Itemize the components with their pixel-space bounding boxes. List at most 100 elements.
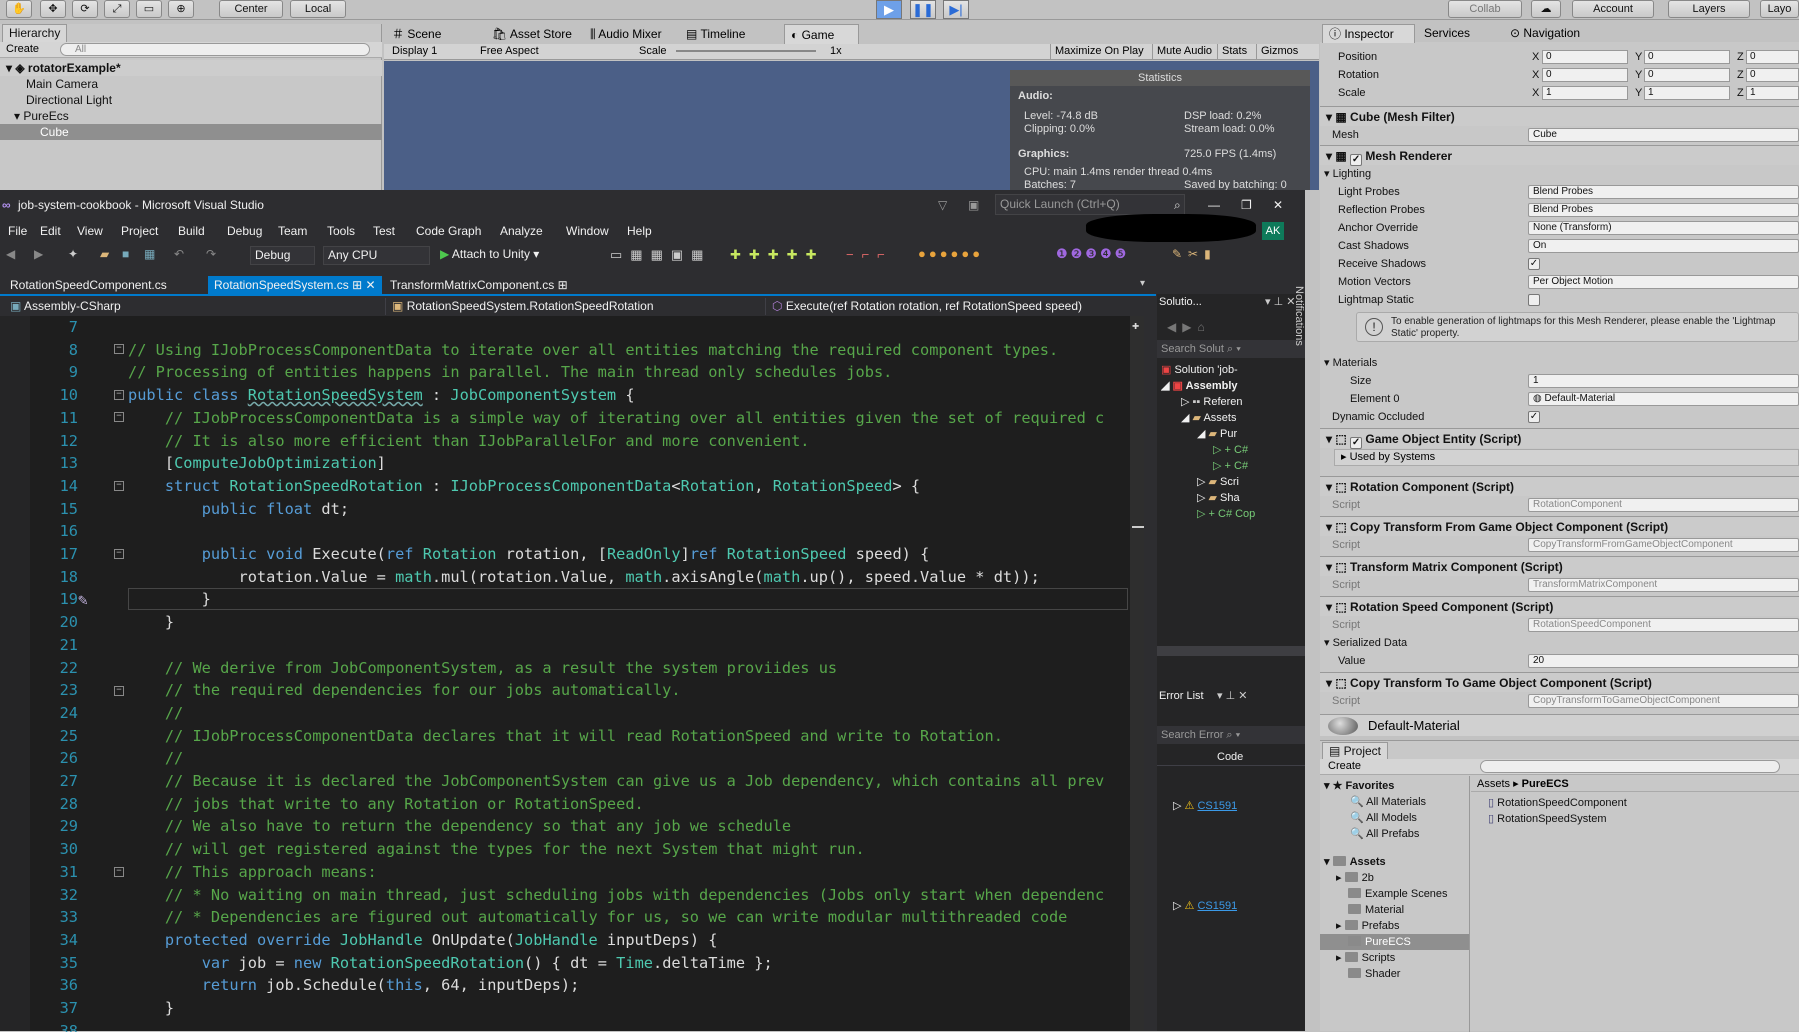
rotation-speed-header[interactable]: ▾ ⬚ Rotation Speed Component (Script) <box>1320 596 1799 616</box>
menu-view[interactable]: View <box>77 220 103 242</box>
play-icon[interactable]: ▶ <box>876 0 902 19</box>
rotation-x-field[interactable]: 0 <box>1542 68 1628 82</box>
pure-node[interactable]: ◢ ▰ Pur <box>1197 426 1237 442</box>
file-item[interactable]: ▯ RotationSpeedComponent <box>1488 795 1627 811</box>
position-z-field[interactable]: 0 <box>1746 50 1799 64</box>
game-object-entity-checkbox[interactable]: ✓ <box>1350 437 1363 449</box>
solution-toolbar-icons[interactable]: ◀▶⌂ <box>1167 320 1211 334</box>
scale-x-field[interactable]: 1 <box>1542 86 1628 100</box>
tab-navigation[interactable]: ⊙ Navigation <box>1510 24 1580 42</box>
error-search-input[interactable]: Search Error ⌕ ▾ <box>1157 726 1305 744</box>
collab-button[interactable]: Collab <box>1448 0 1522 18</box>
scale-tool-icon[interactable]: ⤢ <box>104 0 130 18</box>
quick-launch-input[interactable]: Quick Launch (Ctrl+Q) <box>995 194 1185 215</box>
breadcrumb-assets[interactable]: Assets <box>1477 778 1510 790</box>
code-editor[interactable]: ✎ ✚ 7 8 9 10 11 12 13 14 15 16 17 18 19 … <box>0 316 1144 1032</box>
display-dropdown[interactable]: Display 1 <box>392 44 472 59</box>
anchor-override-field[interactable]: None (Transform) <box>1528 221 1799 235</box>
menu-test[interactable]: Test <box>373 220 395 242</box>
tab-audio-mixer[interactable]: ⫼ Audio Mixer <box>590 24 662 44</box>
list-item[interactable]: Directional Light <box>0 92 382 108</box>
scene-row[interactable]: ▾ ◈ rotatorExample* <box>0 60 382 76</box>
split-icon[interactable]: ✚ <box>1132 318 1139 332</box>
lighting-foldout[interactable]: ▾ Lighting <box>1320 165 1799 183</box>
gizmos-button[interactable]: Gizmos <box>1256 44 1302 59</box>
list-item[interactable]: 🔍 All Models <box>1350 810 1417 826</box>
open-icon[interactable]: ▰ <box>100 247 109 261</box>
receive-shadows-checkbox[interactable]: ✓ <box>1528 258 1540 270</box>
tab-scene[interactable]: ＃ Scene <box>392 24 441 44</box>
tab-game[interactable]: ◐ Game <box>784 24 860 45</box>
project-tab[interactable]: ▤ Project <box>1322 742 1389 760</box>
serialized-data-foldout[interactable]: ▾ Serialized Data <box>1320 634 1799 652</box>
scripts-node[interactable]: ▷ ▰ Scri <box>1197 474 1239 490</box>
type-nav-dropdown[interactable]: ▣ RotationSpeedSystem.RotationSpeedRotat… <box>392 298 766 315</box>
project-search-input[interactable] <box>1480 760 1780 773</box>
lightmap-static-checkbox[interactable] <box>1528 294 1540 306</box>
move-tool-icon[interactable]: ✥ <box>40 0 66 18</box>
list-item[interactable]: Shader <box>1348 966 1400 982</box>
menu-tools[interactable]: Tools <box>327 220 355 242</box>
list-item[interactable]: 🔍 All Prefabs <box>1350 826 1419 842</box>
scale-y-field[interactable]: 1 <box>1644 86 1730 100</box>
assembly-node[interactable]: ◢ ▣ Assembly <box>1161 378 1238 394</box>
project-create-dropdown[interactable]: Create <box>1328 760 1361 772</box>
favorites-item[interactable]: ▾ ★ Favorites <box>1324 778 1394 794</box>
tab-rotation-speed-component[interactable]: RotationSpeedComponent.cs <box>4 276 173 294</box>
list-item[interactable]: Example Scenes <box>1348 886 1448 902</box>
menu-project[interactable]: Project <box>121 220 158 242</box>
cs-file-node[interactable]: ▷ + C# <box>1213 458 1248 474</box>
project-nav-dropdown[interactable]: ▣ Assembly-CSharp <box>10 298 386 315</box>
attach-to-unity-button[interactable]: ▶ Attach to Unity ▾ <box>440 247 539 261</box>
shader-node[interactable]: ▷ ▰ Sha <box>1197 490 1240 506</box>
solution-hscroll[interactable] <box>1157 646 1305 656</box>
menu-edit[interactable]: Edit <box>40 220 61 242</box>
tab-rotation-speed-system[interactable]: RotationSpeedSystem.cs ⊞ ✕ <box>208 276 382 294</box>
cast-shadows-dropdown[interactable]: On <box>1528 239 1799 253</box>
fold-toggle[interactable]: − <box>114 481 124 491</box>
rotation-component-header[interactable]: ▾ ⬚ Rotation Component (Script) <box>1320 476 1799 496</box>
rect-tool-icon[interactable]: ▭ <box>136 0 162 18</box>
fold-toggle[interactable]: − <box>114 412 124 422</box>
tab-timeline[interactable]: ▤ Timeline <box>686 24 745 44</box>
used-by-systems-foldout[interactable]: ▸ Used by Systems <box>1334 449 1799 466</box>
assets-node[interactable]: ◢ ▰ Assets <box>1181 410 1236 426</box>
member-nav-dropdown[interactable]: ⬡ Execute(ref Rotation rotation, ref Rot… <box>772 298 1150 315</box>
pivot-local-button[interactable]: Local <box>290 0 346 18</box>
copy-to-header[interactable]: ▾ ⬚ Copy Transform To Game Object Compon… <box>1320 672 1799 692</box>
tab-inspector[interactable]: ⓘ Inspector <box>1322 24 1415 43</box>
copy-from-header[interactable]: ▾ ⬚ Copy Transform From Game Object Comp… <box>1320 516 1799 536</box>
materials-foldout[interactable]: ▾ Materials <box>1320 354 1799 372</box>
maximize-button[interactable]: ❐ <box>1241 190 1252 220</box>
editor-scrollbar[interactable] <box>1130 316 1144 1031</box>
list-item-selected[interactable]: Cube <box>0 124 382 140</box>
numbered-bookmark-icons[interactable]: ❶❷❸❹❺ <box>1056 246 1129 262</box>
menu-window[interactable]: Window <box>566 220 609 242</box>
game-object-entity-header[interactable]: ▾ ⬚ ✓ Game Object Entity (Script) <box>1320 428 1799 449</box>
tab-asset-store[interactable]: 🛍 Asset Store <box>492 24 572 44</box>
user-avatar[interactable]: AK <box>1262 222 1284 240</box>
reflection-probes-dropdown[interactable]: Blend Probes <box>1528 203 1799 217</box>
close-button[interactable]: ✕ <box>1273 190 1283 220</box>
remove-icons[interactable]: −⌐⌐ <box>846 247 893 262</box>
tab-transform-matrix-component[interactable]: TransformMatrixComponent.cs ⊞ <box>384 276 574 294</box>
solution-node[interactable]: ▣ Solution 'job- <box>1161 362 1238 378</box>
mesh-filter-header[interactable]: ▾ ▦ Cube (Mesh Filter) <box>1320 106 1799 126</box>
maximize-on-play-button[interactable]: Maximize On Play <box>1050 44 1148 59</box>
platform-dropdown[interactable]: Any CPU <box>323 246 430 265</box>
layout-dropdown[interactable]: Layo <box>1760 0 1799 18</box>
notifications-tab[interactable]: Notifications <box>1283 286 1305 396</box>
motion-vectors-dropdown[interactable]: Per Object Motion <box>1528 275 1799 289</box>
list-item-selected[interactable]: PureECS <box>1320 934 1469 950</box>
breadcrumb-pureecs[interactable]: PureECS <box>1522 778 1569 790</box>
speed-value-field[interactable]: 20 <box>1528 654 1799 668</box>
menu-help[interactable]: Help <box>627 220 652 242</box>
back-icon[interactable]: ◀ <box>6 247 15 261</box>
position-y-field[interactable]: 0 <box>1644 50 1730 64</box>
assets-item[interactable]: ▾ Assets <box>1324 854 1386 870</box>
fold-toggle[interactable]: − <box>114 686 124 696</box>
copy-file-node[interactable]: ▷ + C# Cop <box>1197 506 1255 522</box>
aspect-dropdown[interactable]: Free Aspect <box>480 44 630 59</box>
list-item[interactable]: ▸ 2b <box>1336 870 1374 886</box>
pivot-center-button[interactable]: Center <box>219 0 283 18</box>
